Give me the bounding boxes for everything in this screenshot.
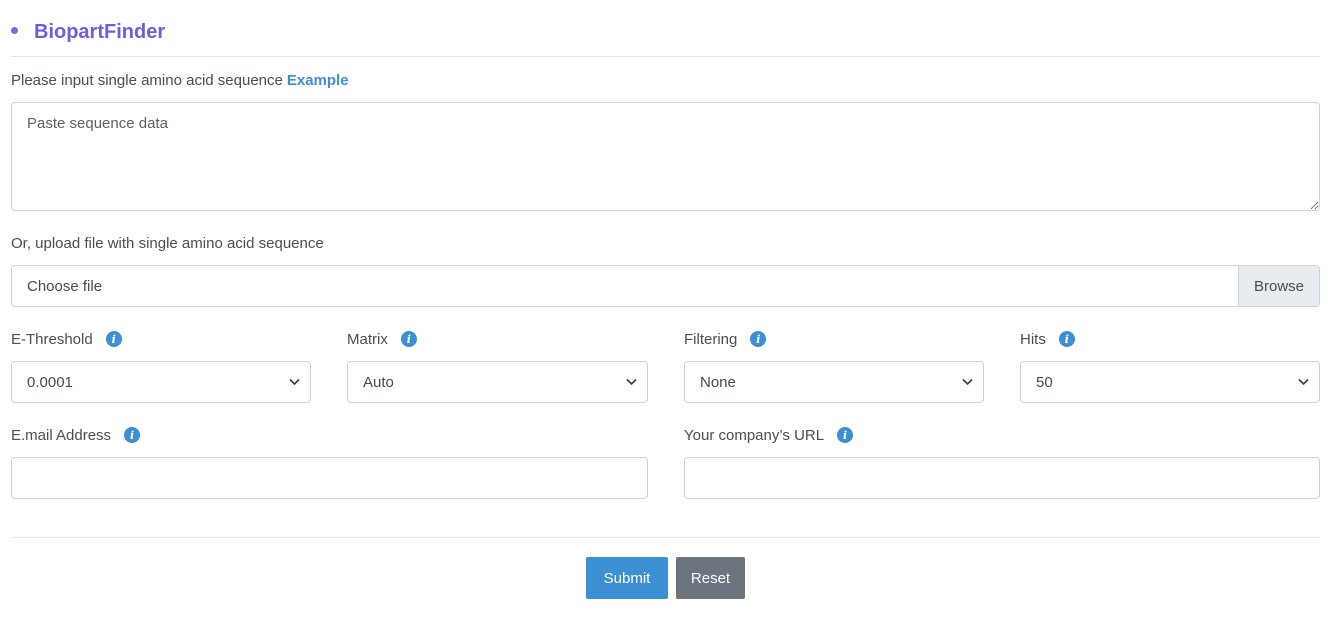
email-label: E.mail Address <box>11 426 112 444</box>
info-icon[interactable]: i <box>1058 331 1075 347</box>
reset-button[interactable]: Reset <box>676 557 745 599</box>
filtering-value: None <box>700 373 736 391</box>
info-icon[interactable]: i <box>750 331 767 347</box>
sequence-input[interactable] <box>11 102 1320 211</box>
filtering-label-row: Filtering i <box>684 329 767 349</box>
hits-label-row: Hits i <box>1020 329 1075 349</box>
browse-button[interactable]: Browse <box>1238 266 1319 306</box>
sequence-label: Please input single amino acid sequence <box>11 71 283 89</box>
matrix-label: Matrix <box>347 330 388 348</box>
file-upload[interactable]: Choose file Browse <box>11 265 1320 307</box>
email-field[interactable] <box>11 457 648 499</box>
hits-label: Hits <box>1020 330 1046 348</box>
matrix-label-row: Matrix i <box>347 329 417 349</box>
hits-select[interactable]: 50 <box>1020 361 1320 403</box>
info-icon[interactable]: i <box>124 427 141 443</box>
e-threshold-value: 0.0001 <box>27 373 73 391</box>
info-icon[interactable]: i <box>400 331 417 347</box>
header-divider <box>11 56 1320 57</box>
e-threshold-label: E-Threshold <box>11 330 93 348</box>
filtering-label: Filtering <box>684 330 738 348</box>
chevron-down-icon <box>626 378 637 386</box>
chevron-down-icon <box>962 378 973 386</box>
submit-button[interactable]: Submit <box>586 557 668 599</box>
sequence-label-row: Please input single amino acid sequence … <box>11 70 349 90</box>
company-url-field[interactable] <box>684 457 1320 499</box>
hits-value: 50 <box>1036 373 1053 391</box>
url-label: Your company’s URL <box>684 426 825 444</box>
page-header: BiopartFinder <box>11 18 165 46</box>
matrix-value: Auto <box>363 373 394 391</box>
footer-divider <box>11 537 1320 538</box>
matrix-select[interactable]: Auto <box>347 361 648 403</box>
e-threshold-select[interactable]: 0.0001 <box>11 361 311 403</box>
chevron-down-icon <box>289 378 300 386</box>
filtering-select[interactable]: None <box>684 361 984 403</box>
e-threshold-label-row: E-Threshold i <box>11 329 122 349</box>
upload-label: Or, upload file with single amino acid s… <box>11 234 324 252</box>
info-icon[interactable]: i <box>105 331 122 347</box>
bullet-icon <box>11 26 18 34</box>
file-name-display[interactable]: Choose file <box>12 266 1238 306</box>
page-title: BiopartFinder <box>34 20 166 43</box>
email-label-row: E.mail Address i <box>11 425 141 445</box>
example-link[interactable]: Example <box>287 72 349 89</box>
info-icon[interactable]: i <box>837 427 854 443</box>
url-label-row: Your company’s URL i <box>684 425 854 445</box>
chevron-down-icon <box>1298 378 1309 386</box>
